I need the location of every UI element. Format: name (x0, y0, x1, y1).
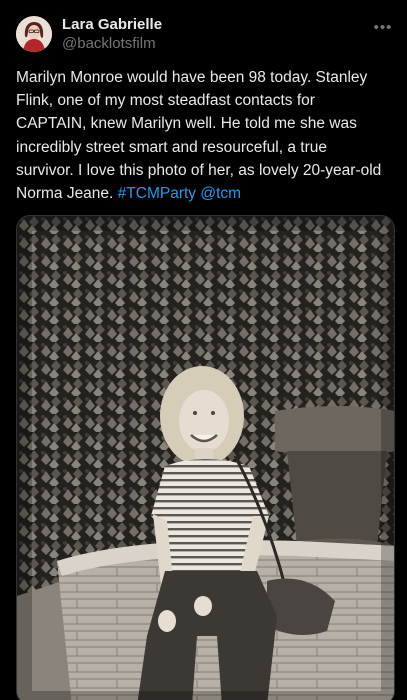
author-handle[interactable]: @backlotsfilm (62, 34, 162, 53)
tweet-header: Lara Gabrielle @backlotsfilm ••• (16, 14, 393, 54)
author-names: Lara Gabrielle @backlotsfilm (62, 15, 162, 53)
tweet-photo[interactable] (16, 215, 395, 700)
author-display-name[interactable]: Lara Gabrielle (62, 15, 162, 34)
avatar[interactable] (16, 16, 52, 52)
tweet-text: Marilyn Monroe would have been 98 today.… (16, 66, 388, 205)
tweet: Lara Gabrielle @backlotsfilm ••• Marilyn… (0, 0, 407, 700)
hashtag-link[interactable]: #TCMParty (118, 185, 196, 202)
more-horizontal-icon[interactable]: ••• (373, 17, 393, 37)
photo-image (17, 216, 394, 700)
tweet-text-body: Marilyn Monroe would have been 98 today.… (16, 69, 382, 203)
mention-link[interactable]: @tcm (200, 185, 241, 202)
